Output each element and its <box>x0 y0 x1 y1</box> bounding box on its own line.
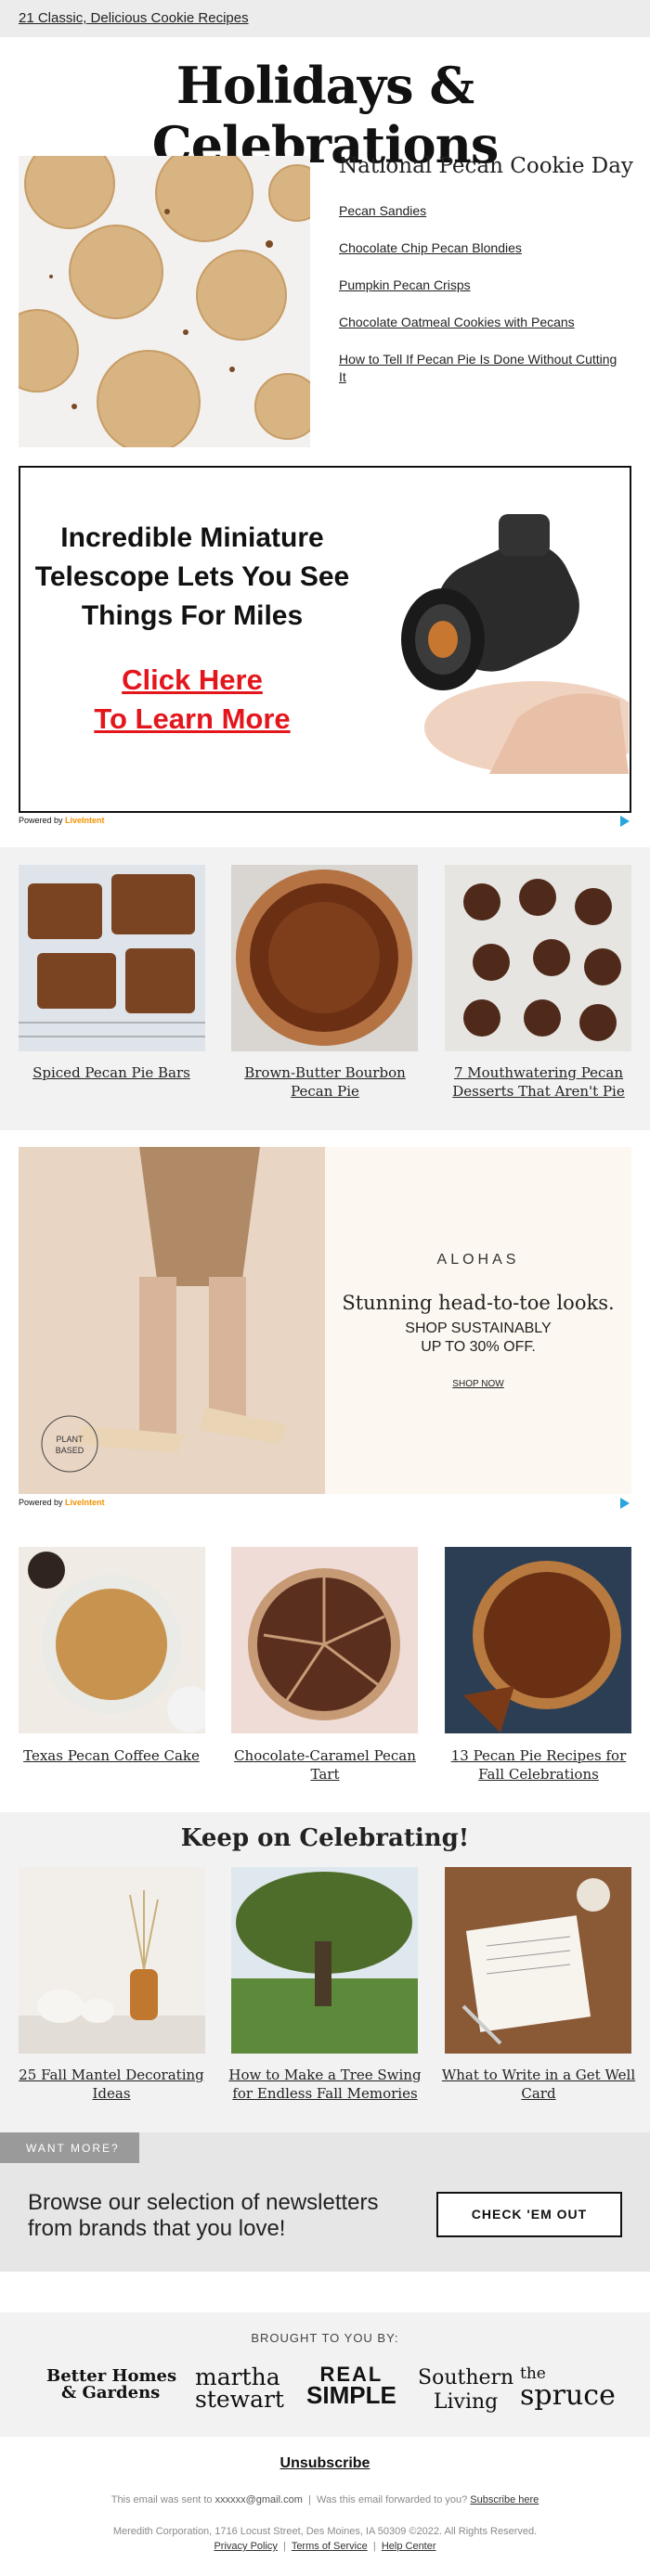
card-caption-link[interactable]: Brown-Butter Bourbon Pecan Pie <box>223 1063 427 1101</box>
feature-link-list: Pecan Sandies Chocolate Chip Pecan Blond… <box>339 202 618 406</box>
real-simple-logo[interactable]: REAL SIMPLE <box>306 2364 396 2408</box>
ad-cta-link[interactable]: Click Here To Learn More <box>20 661 364 739</box>
card-image[interactable] <box>231 865 418 1051</box>
card-image[interactable] <box>19 865 205 1051</box>
help-center-link[interactable]: Help Center <box>382 2541 436 2552</box>
ad-headline: Stunning head-to-toe looks. <box>342 1292 615 1314</box>
adchoices-icon[interactable] <box>620 816 630 827</box>
check-em-out-button[interactable]: CHECK 'EM OUT <box>436 2192 622 2237</box>
card-image[interactable] <box>445 865 631 1051</box>
feature-link[interactable]: How to Tell If Pecan Pie Is Done Without… <box>339 352 617 384</box>
the-spruce-logo[interactable]: the spruce <box>520 2364 616 2410</box>
feature-link[interactable]: Chocolate Oatmeal Cookies with Pecans <box>339 315 575 329</box>
feature-link[interactable]: Pumpkin Pecan Crisps <box>339 277 471 292</box>
martha-stewart-logo[interactable]: martha stewart <box>195 2365 284 2411</box>
subscribe-link[interactable]: Subscribe here <box>470 2494 539 2505</box>
footer-links: Privacy Policy | Terms of Service | Help… <box>214 2541 436 2552</box>
want-more-text: Browse our selection of newsletters from… <box>28 2190 379 2241</box>
card-caption-link[interactable]: 25 Fall Mantel Decorating Ideas <box>9 2066 214 2103</box>
adchoices-icon[interactable] <box>620 1498 630 1509</box>
card-caption-link[interactable]: What to Write in a Get Well Card <box>436 2066 641 2103</box>
alohas-ad[interactable]: PLANT BASED ALOHAS Stunning head-to-toe … <box>19 1147 631 1494</box>
top-bar: 21 Classic, Delicious Cookie Recipes <box>0 0 650 37</box>
card-image[interactable] <box>445 1547 631 1733</box>
southern-living-logo[interactable]: Southern Living <box>418 2366 514 2415</box>
card-image[interactable] <box>231 1867 418 2054</box>
feature-heading: National Pecan Cookie Day <box>339 154 633 178</box>
card-image[interactable] <box>19 1547 205 1733</box>
unsubscribe-link[interactable]: Unsubscribe <box>0 2455 650 2472</box>
footer-sent-line: This email was sent to xxxxxx@gmail.com … <box>110 2494 540 2505</box>
cookies-feature-image[interactable] <box>19 156 310 447</box>
want-more-section: WANT MORE? Browse our selection of newsl… <box>0 2132 650 2272</box>
ad-subtext: SHOP SUSTAINABLY UP TO 30% OFF. <box>405 1320 552 1355</box>
better-homes-logo[interactable]: Better Homes & Gardens <box>46 2368 176 2402</box>
card-caption-link[interactable]: 7 Mouthwatering Pecan Desserts That Aren… <box>436 1063 641 1101</box>
footer-address: Meredith Corporation, 1716 Locust Street… <box>112 2526 538 2537</box>
feature-link[interactable]: Pecan Sandies <box>339 203 426 218</box>
sandals-image: PLANT BASED <box>19 1147 325 1494</box>
plant-based-badge-text: BASED <box>56 1446 84 1455</box>
ad-brand: ALOHAS <box>436 1252 520 1268</box>
ad-headline: Incredible Miniature Telescope Lets You … <box>34 522 350 631</box>
recipient-email: xxxxxx@gmail.com <box>214 2494 303 2505</box>
want-more-tab: WANT MORE? <box>0 2132 139 2163</box>
powered-by-label: Powered by LiveIntent <box>19 816 105 825</box>
card-caption-link[interactable]: Spiced Pecan Pie Bars <box>9 1063 214 1082</box>
privacy-policy-link[interactable]: Privacy Policy <box>214 2541 277 2552</box>
card-caption-link[interactable]: 13 Pecan Pie Recipes for Fall Celebratio… <box>436 1746 641 1784</box>
card-caption-link[interactable]: Chocolate-Caramel Pecan Tart <box>223 1746 427 1784</box>
card-image[interactable] <box>19 1867 205 2054</box>
card-caption-link[interactable]: How to Make a Tree Swing for Endless Fal… <box>223 2066 427 2103</box>
brought-to-you-heading: BROUGHT TO YOU BY: <box>251 2331 399 2345</box>
section-title: Keep on Celebrating! <box>180 1824 470 1852</box>
telescope-ad[interactable]: Incredible Miniature Telescope Lets You … <box>19 466 631 813</box>
terms-link[interactable]: Terms of Service <box>292 2541 368 2552</box>
card-image[interactable] <box>231 1547 418 1733</box>
plant-based-badge-text: PLANT <box>56 1435 84 1444</box>
card-image[interactable] <box>445 1867 631 2054</box>
telescope-hand-image <box>401 514 629 774</box>
shop-now-link[interactable]: SHOP NOW <box>325 1379 631 1389</box>
feature-link[interactable]: Chocolate Chip Pecan Blondies <box>339 240 522 255</box>
top-article-link[interactable]: 21 Classic, Delicious Cookie Recipes <box>19 10 249 26</box>
brands-section: BROUGHT TO YOU BY: Better Homes & Gardens… <box>0 2312 650 2437</box>
card-caption-link[interactable]: Texas Pecan Coffee Cake <box>9 1746 214 1765</box>
powered-by-label: Powered by LiveIntent <box>19 1498 105 1507</box>
